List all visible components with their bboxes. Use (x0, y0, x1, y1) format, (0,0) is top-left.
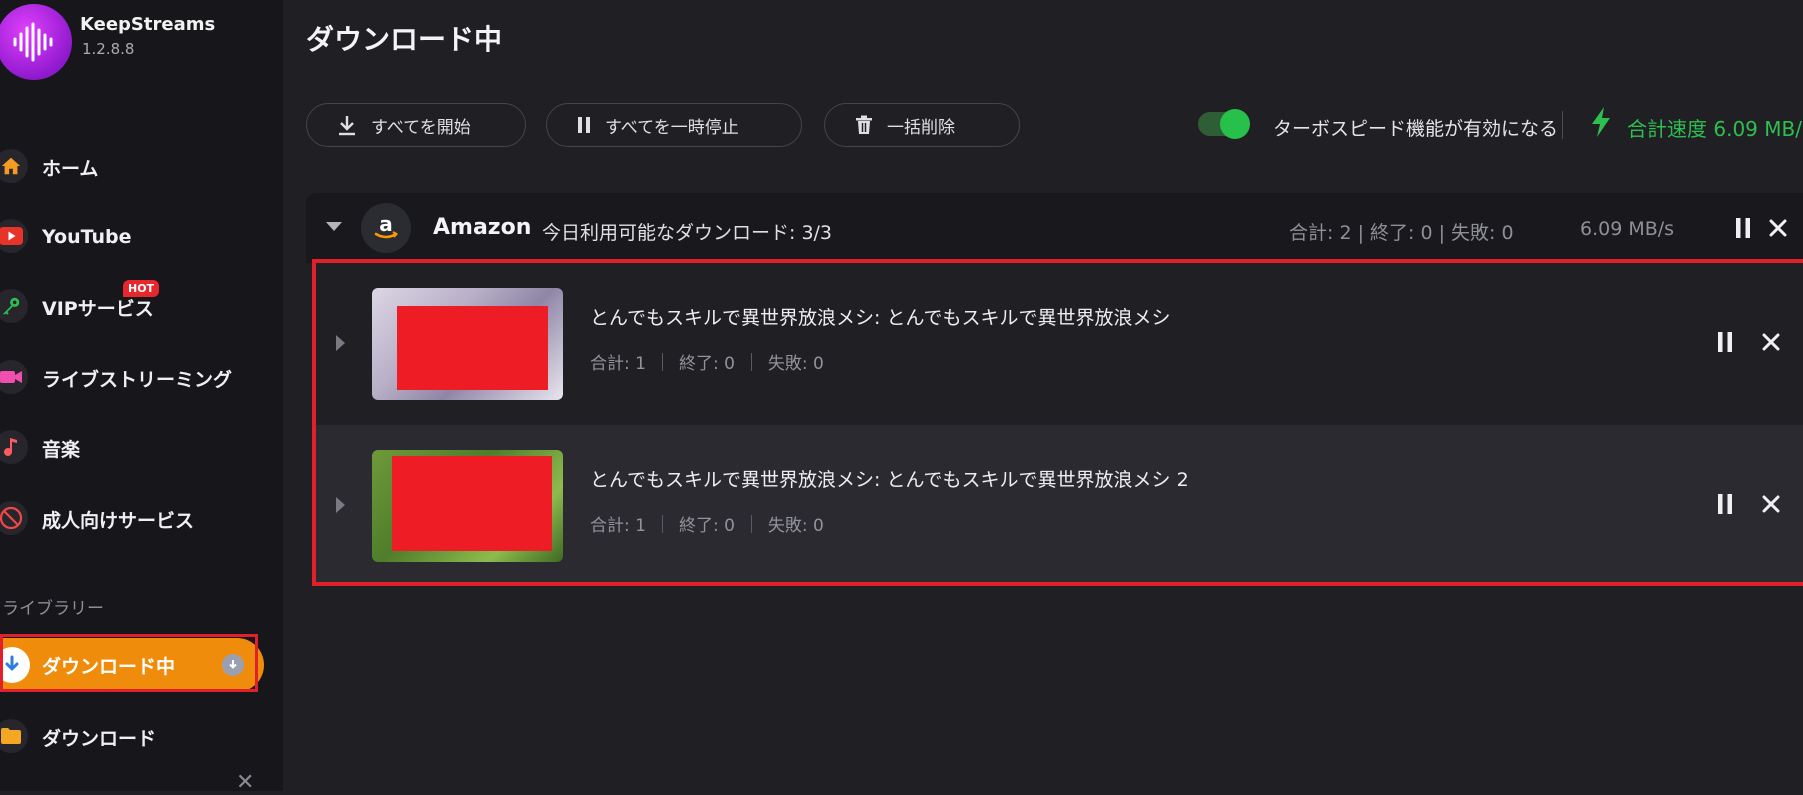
highlight-box (0, 634, 258, 692)
group-name: Amazon (433, 215, 532, 240)
folder-icon (0, 719, 28, 753)
sidebar-item-youtube[interactable]: YouTube (0, 215, 283, 259)
group-stats: 合計: 2 | 終了: 0 | 失敗: 0 (1289, 222, 1514, 244)
pause-all-button[interactable]: すべてを一時停止 (546, 103, 802, 147)
toggle-knob (1220, 109, 1250, 139)
sidebar-item-music[interactable]: 音楽 (0, 426, 283, 470)
highlight-box (312, 259, 1803, 586)
turbo-speed-label: ターボスピード機能が有効になる (1273, 118, 1559, 140)
sidebar-item-label: ライブストリーミング (42, 368, 233, 391)
sidebar-item-label: YouTube (42, 226, 132, 248)
sidebar-item-home[interactable]: ホーム (0, 145, 283, 189)
trash-icon (855, 115, 873, 135)
collapse-chevron-icon[interactable] (326, 222, 342, 231)
sidebar-item-live-streaming[interactable]: ライブストリーミング (0, 356, 283, 400)
pause-all-label: すべてを一時停止 (605, 117, 739, 138)
delete-all-button[interactable]: 一括削除 (824, 103, 1020, 147)
total-speed: 合計速度 6.09 MB/s (1627, 117, 1803, 141)
download-icon (337, 114, 357, 136)
close-icon (1769, 219, 1787, 237)
sidebar-item-label: VIPサービス (42, 297, 154, 320)
svg-text:a: a (379, 213, 393, 236)
waveform-icon (13, 22, 53, 62)
download-group-amazon: a Amazon 今日利用可能なダウンロード: 3/3 合計: 2 | 終了: … (306, 193, 1803, 263)
sidebar-item-label: 成人向けサービス (42, 509, 195, 532)
divider (1562, 111, 1563, 139)
youtube-icon (0, 219, 28, 253)
group-close-button[interactable] (1767, 217, 1789, 239)
start-all-button[interactable]: すべてを開始 (306, 103, 526, 147)
start-all-label: すべてを開始 (371, 117, 471, 138)
pause-icon (1736, 218, 1750, 238)
group-pause-button[interactable] (1732, 216, 1754, 240)
music-note-icon (0, 430, 28, 464)
sidebar-item-downloads[interactable]: ダウンロード (0, 715, 283, 759)
amazon-logo-icon: a (361, 203, 411, 253)
app-version: 1.2.8.8 (82, 40, 135, 58)
group-quota: 今日利用可能なダウンロード: 3/3 (542, 222, 833, 244)
video-camera-icon (0, 360, 28, 394)
page-title: ダウンロード中 (306, 23, 503, 56)
turbo-speed-toggle[interactable] (1198, 109, 1250, 139)
delete-all-label: 一括削除 (887, 117, 955, 138)
close-icon[interactable]: ✕ (236, 770, 254, 795)
sidebar-item-label: ホーム (42, 157, 99, 180)
sidebar-item-vip[interactable]: VIPサービス HOT (0, 280, 283, 329)
library-section-label: ライブラリー (2, 599, 104, 619)
sidebar-item-label: ダウンロード (42, 727, 157, 750)
lightning-icon (1589, 106, 1613, 142)
hot-badge: HOT (123, 280, 160, 297)
pause-icon (577, 116, 591, 134)
sidebar-item-adult[interactable]: 成人向けサービス (0, 497, 283, 541)
sidebar: KeepStreams 1.2.8.8 ホーム YouTube VIPサービス … (0, 0, 283, 795)
home-icon (0, 149, 28, 183)
sidebar-item-label: 音楽 (42, 438, 81, 461)
group-speed: 6.09 MB/s (1580, 218, 1675, 240)
app-logo (0, 4, 72, 80)
app-name: KeepStreams (80, 14, 216, 35)
no-18-icon (0, 501, 28, 535)
key-icon (0, 289, 28, 323)
